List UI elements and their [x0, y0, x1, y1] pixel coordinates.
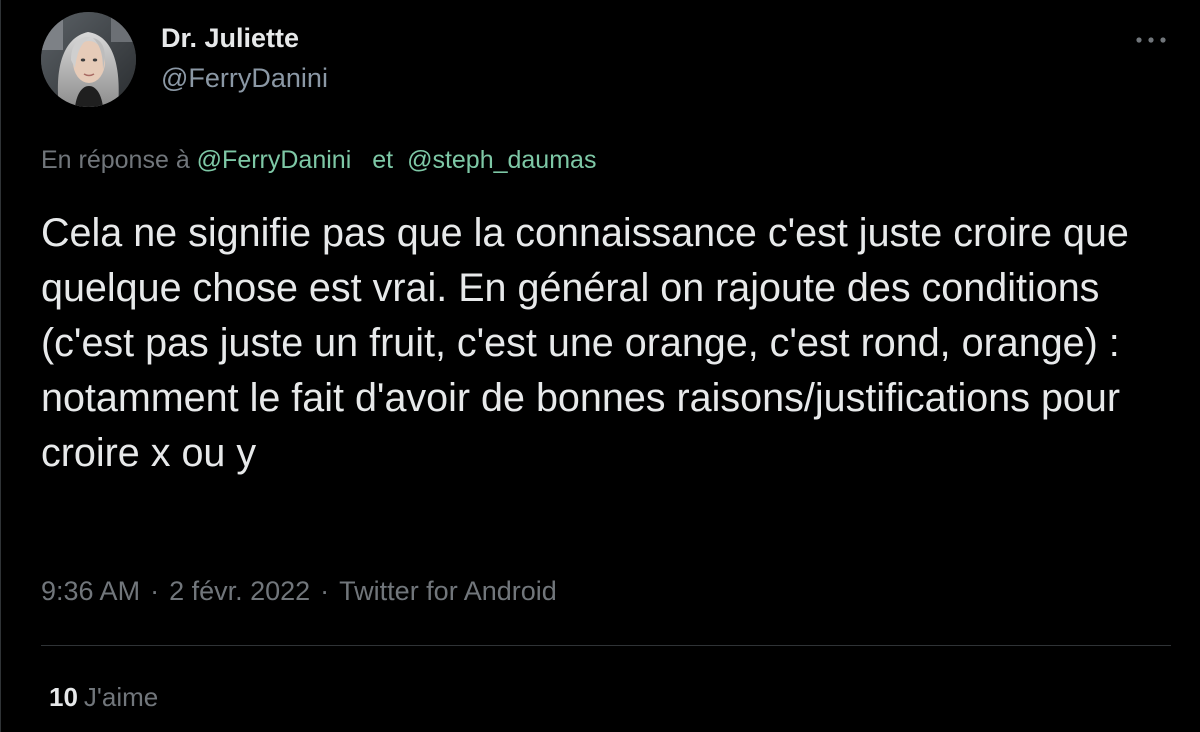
tweet-source: Twitter for Android — [339, 576, 557, 606]
tweet-date[interactable]: 2 févr. 2022 — [169, 576, 310, 606]
reply-prefix: En réponse à — [41, 146, 190, 174]
tweet-text: Cela ne signifie pas que la connaissance… — [41, 211, 1140, 475]
divider — [41, 645, 1171, 646]
meta-separator: · — [320, 576, 330, 606]
reply-mention-steph-daumas[interactable]: @steph_daumas — [407, 146, 596, 174]
reply-context: En réponse à @FerryDanini et @steph_dauma… — [41, 144, 596, 176]
likes-count: 10 — [49, 682, 78, 712]
reply-mention-ferrydanini[interactable]: @FerryDanini — [197, 146, 352, 174]
likes-stat[interactable]: 10 J'aime — [49, 681, 158, 713]
avatar-image — [41, 12, 136, 107]
author-handle[interactable]: @FerryDanini — [161, 62, 328, 94]
tweet-meta: 9:36 AM · 2 févr. 2022 · Twitter for Android — [41, 574, 557, 608]
reply-joiner: et — [372, 146, 394, 174]
likes-label: J'aime — [83, 682, 159, 712]
more-horizontal-icon — [1136, 37, 1166, 43]
author-name[interactable]: Dr. Juliette — [161, 22, 299, 54]
meta-separator: · — [150, 576, 160, 606]
avatar[interactable] — [41, 12, 136, 107]
more-options-button[interactable] — [1129, 24, 1173, 56]
tweet-card: Dr. Juliette @FerryDanini En réponse à @… — [0, 0, 1200, 732]
tweet-time[interactable]: 9:36 AM — [41, 576, 140, 606]
